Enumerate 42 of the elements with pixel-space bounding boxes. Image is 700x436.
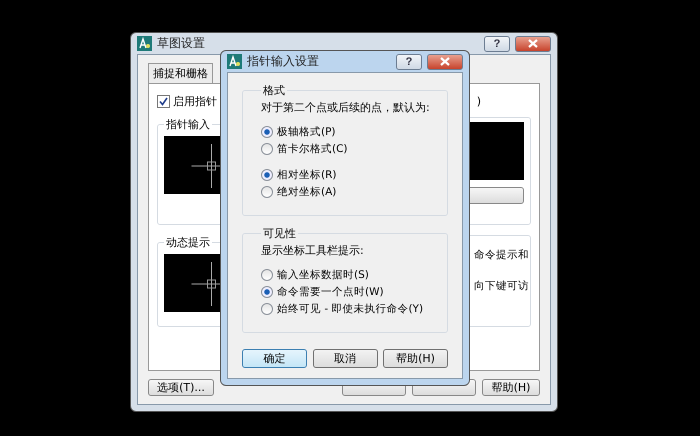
radio-label: 命令需要一个点时(W) — [277, 285, 384, 299]
group-title: 格式 — [262, 83, 286, 98]
help-button[interactable]: ? — [396, 54, 422, 70]
radio-label: 极轴格式(P) — [277, 125, 336, 139]
help-button[interactable]: ? — [484, 36, 510, 52]
radio-button[interactable] — [261, 143, 273, 155]
group-caption: 对于第二个点或后续的点，默认为: — [261, 100, 431, 115]
close-icon — [439, 57, 451, 66]
app-icon — [137, 36, 152, 51]
checkbox[interactable] — [157, 95, 170, 108]
window-title: 指针输入设置 — [247, 53, 320, 70]
radio-button[interactable] — [261, 186, 273, 198]
radio-button[interactable] — [261, 286, 273, 298]
radio-label: 始终可见 - 即使未执行命令(Y) — [277, 302, 424, 316]
radio-button[interactable] — [261, 303, 273, 315]
close-button[interactable] — [427, 54, 463, 70]
radio-label: 相对坐标(R) — [277, 168, 336, 182]
group-title: 指针输入 — [165, 117, 211, 132]
description-text: 命令提示和 — [474, 248, 529, 262]
tab[interactable]: 捕捉和栅格 — [148, 63, 213, 83]
dialog-button[interactable]: 取消 — [312, 349, 378, 368]
options-button[interactable]: 选项(T)... — [148, 379, 214, 396]
close-button[interactable] — [515, 36, 551, 52]
radio-button[interactable] — [261, 269, 273, 281]
label-fragment: ) — [476, 95, 481, 108]
radio-label: 绝对坐标(A) — [277, 185, 336, 199]
group-caption: 显示坐标工具栏提示: — [261, 243, 365, 258]
checkbox-label: 启用指针 — [173, 94, 217, 109]
help-button[interactable]: 帮助(H) — [482, 379, 540, 396]
checkmark-icon — [159, 97, 168, 106]
group-title: 动态提示 — [165, 235, 211, 250]
radio-button[interactable] — [261, 169, 273, 181]
radio-button[interactable] — [261, 126, 273, 138]
dialog-button[interactable]: 帮助(H) — [383, 349, 448, 368]
app-icon — [227, 54, 242, 69]
dialog-button[interactable]: 确定 — [242, 349, 307, 368]
close-icon — [527, 39, 539, 48]
description-text: 向下键可访 — [474, 279, 529, 293]
group-title: 可见性 — [262, 226, 297, 241]
radio-label: 输入坐标数据时(S) — [277, 268, 369, 282]
radio-label: 笛卡尔格式(C) — [277, 142, 348, 156]
window-title: 草图设置 — [157, 35, 206, 52]
